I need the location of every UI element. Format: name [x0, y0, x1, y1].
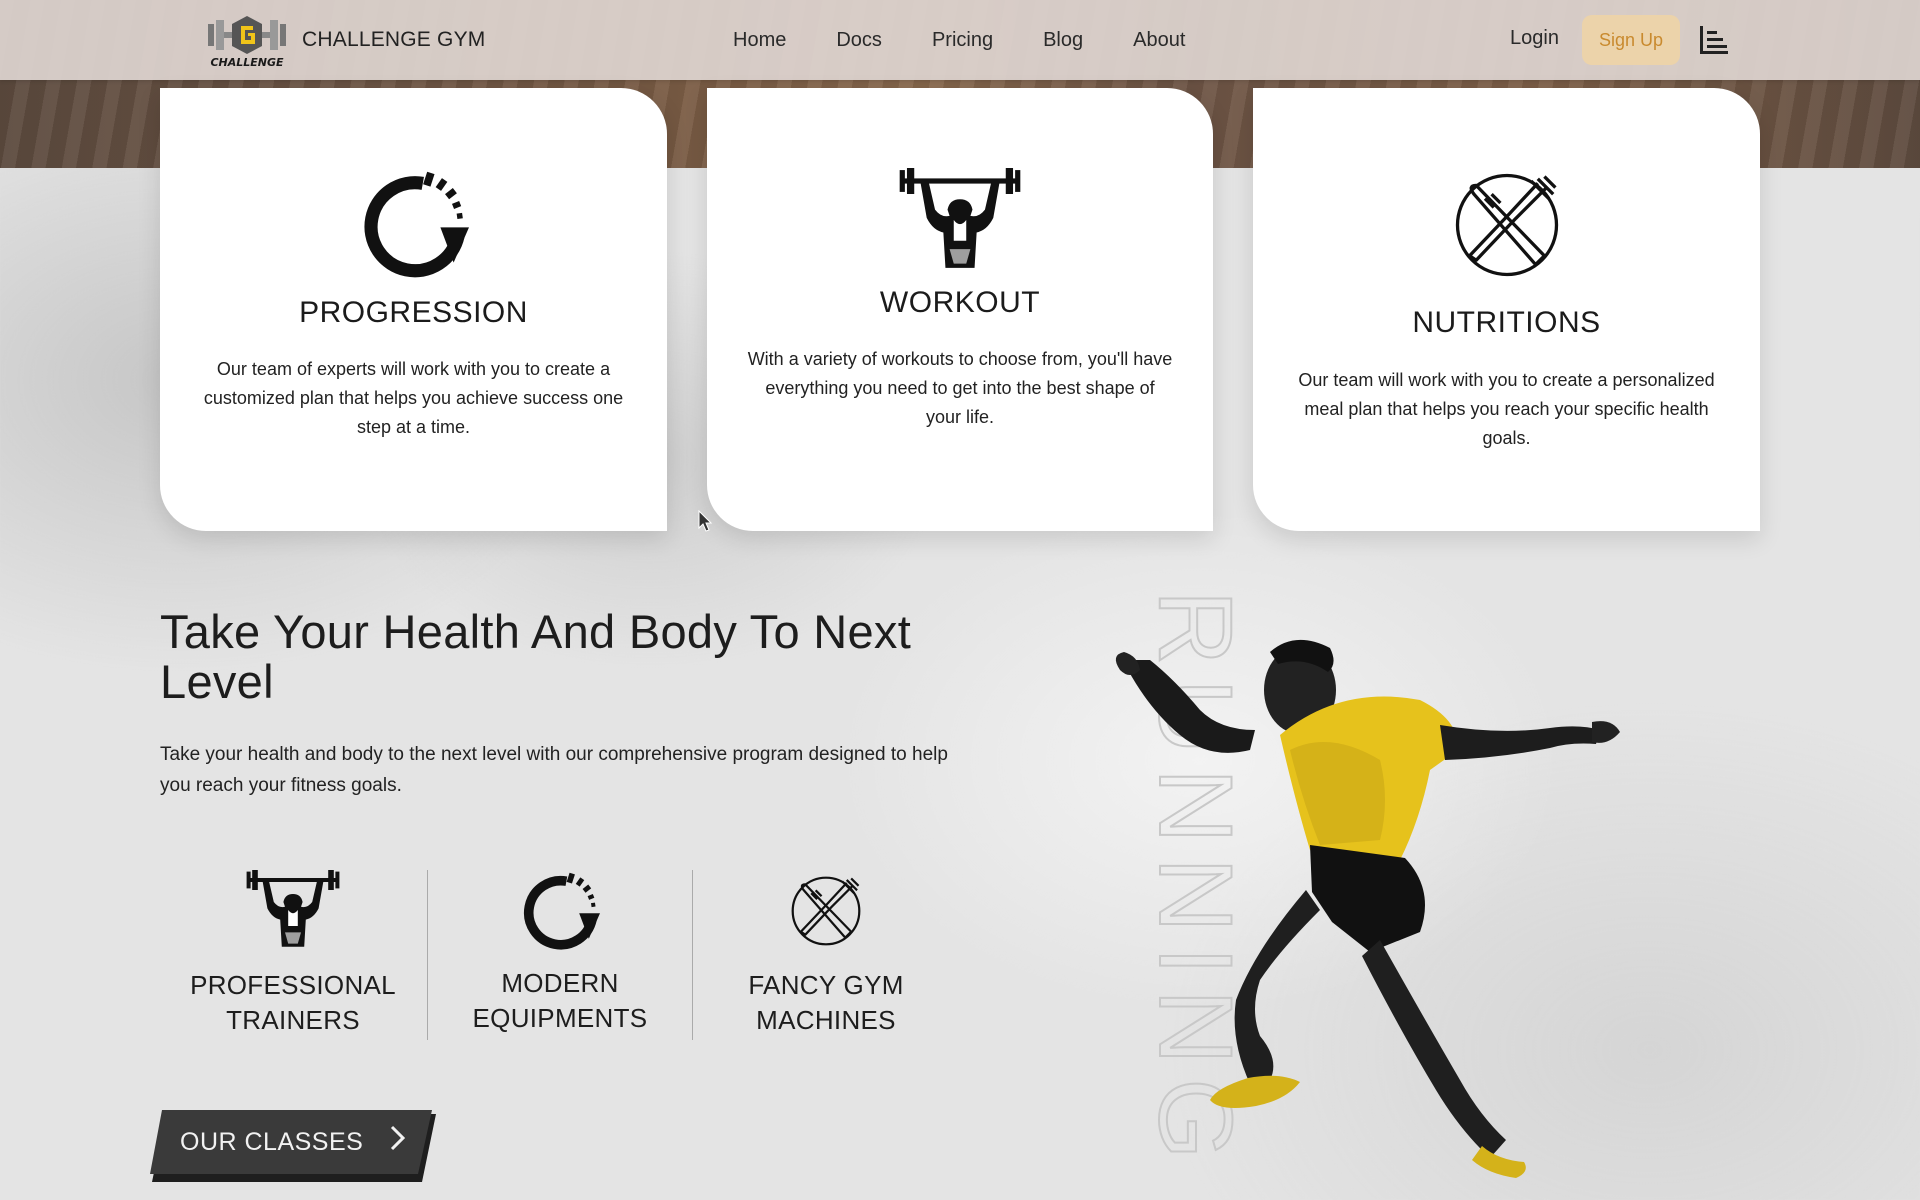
progress-arrow-icon: [520, 870, 600, 950]
feature-equipments: MODERN EQUIPMENTS: [450, 868, 670, 1040]
logo-text: CHALLENGE: [210, 56, 284, 69]
chevron-right-icon: [390, 1125, 406, 1151]
brand-name: CHALLENGE GYM: [302, 28, 486, 51]
section-headline: Take Your Health And Body To Next Level: [160, 605, 912, 708]
card-text: Our team of experts will work with you t…: [203, 359, 624, 437]
card-title: PROGRESSION: [299, 296, 528, 329]
bar-chart-icon[interactable]: [1698, 24, 1730, 56]
section-lead: Take your health and body to the next le…: [160, 744, 948, 796]
feature-divider: [692, 870, 693, 1040]
weightlifter-icon: [897, 168, 1023, 272]
feature-label: FANCY GYM MACHINES: [715, 968, 937, 1038]
login-link[interactable]: Login: [1510, 27, 1559, 50]
card-workout: WORKOUT With a variety of workouts to ch…: [707, 88, 1213, 531]
feature-divider: [427, 870, 428, 1040]
brand[interactable]: CHALLENGE CHALLENGE GYM: [204, 8, 485, 72]
our-classes-button[interactable]: OUR CLASSES: [150, 1108, 440, 1182]
our-classes-label: OUR CLASSES: [180, 1128, 364, 1156]
main-nav: Home Docs Pricing Blog About: [733, 0, 1235, 80]
feature-machines: FANCY GYM MACHINES: [715, 868, 937, 1040]
knife-fork-icon: [789, 874, 863, 948]
signup-label: Sign Up: [1598, 29, 1664, 50]
feature-trainers: PROFESSIONAL TRAINERS: [180, 868, 406, 1040]
card-title: WORKOUT: [879, 286, 1041, 319]
card-title: NUTRITIONS: [1412, 306, 1601, 339]
feature-label-line1: PROFESSIONAL: [190, 970, 396, 1000]
gym-logo: CHALLENGE: [204, 10, 290, 70]
feature-label-line2: TRAINERS: [226, 1005, 360, 1035]
knife-fork-icon: [1452, 170, 1562, 280]
feature-label: MODERN EQUIPMENTS: [450, 966, 670, 1036]
feature-label: PROFESSIONAL TRAINERS: [180, 968, 406, 1038]
nav-about[interactable]: About: [1133, 29, 1185, 52]
card-nutritions: NUTRITIONS Our team will work with you t…: [1253, 88, 1760, 531]
feature-label-line1: FANCY GYM: [748, 970, 904, 1000]
weightlifter-icon: [243, 870, 343, 950]
feature-label-line1: MODERN: [501, 968, 619, 998]
card-text: With a variety of workouts to choose fro…: [747, 349, 1173, 427]
nav-blog[interactable]: Blog: [1043, 29, 1083, 52]
nav-pricing[interactable]: Pricing: [932, 29, 993, 52]
nav-docs[interactable]: Docs: [836, 29, 882, 52]
top-navbar: CHALLENGE CHALLENGE GYM Home Docs Pricin…: [0, 0, 1920, 80]
signup-button[interactable]: Sign Up: [1582, 15, 1680, 65]
nav-home[interactable]: Home: [733, 29, 786, 52]
mouse-cursor-icon: [698, 510, 712, 532]
progress-arrow-icon: [359, 168, 469, 278]
runner-illustration: RUNNING: [1080, 560, 1800, 1200]
feature-label-line2: MACHINES: [756, 1005, 896, 1035]
card-text: Our team will work with you to create a …: [1298, 370, 1715, 448]
feature-label-line2: EQUIPMENTS: [472, 1003, 648, 1033]
card-progression: PROGRESSION Our team of experts will wor…: [160, 88, 667, 531]
